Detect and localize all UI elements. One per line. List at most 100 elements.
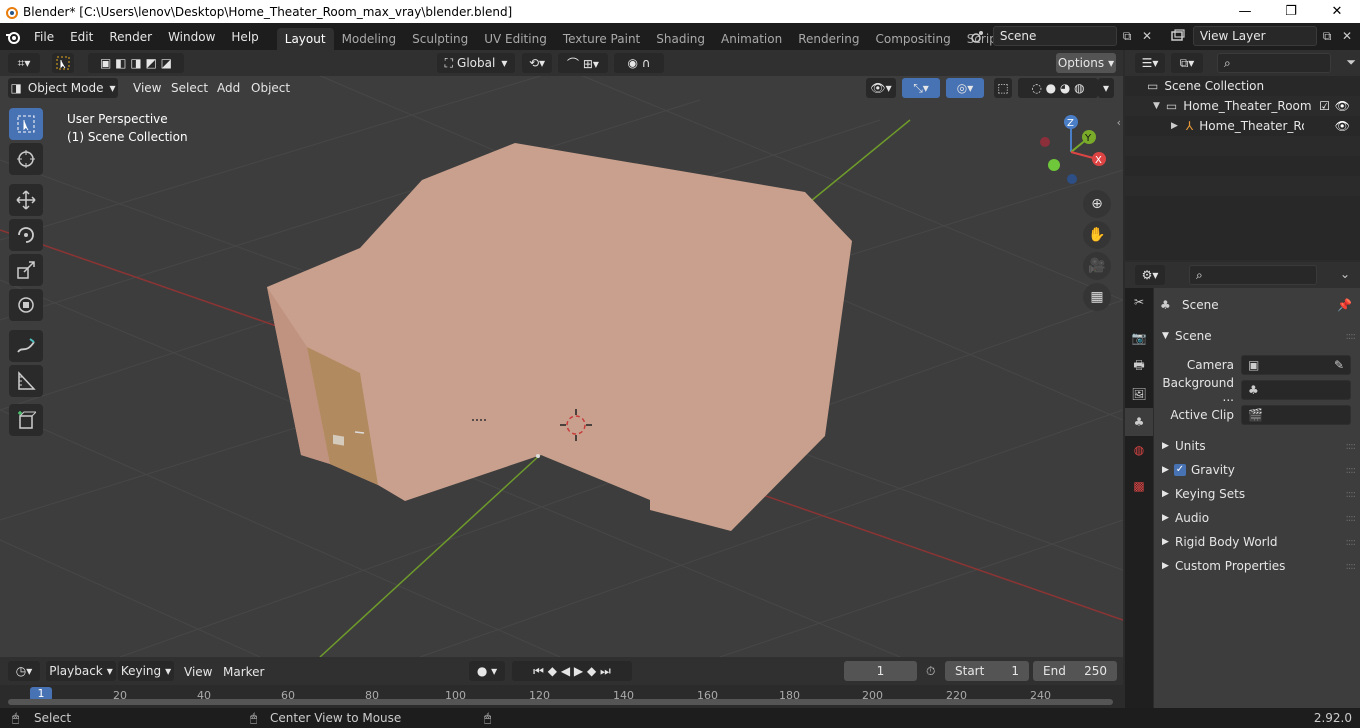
scene-icon[interactable] [963, 29, 993, 43]
overlay-toggle-icon[interactable]: ◎▾ [946, 78, 984, 98]
drag-handle-icon[interactable]: :::: [1346, 465, 1357, 476]
drag-handle-icon[interactable]: :::: [1346, 489, 1357, 500]
tab-compositing[interactable]: Compositing [867, 28, 958, 50]
filter-icon[interactable]: ⏷ [1346, 55, 1356, 70]
editor-type-icon[interactable]: ⌗▾ [8, 53, 40, 73]
object-mode-dropdown[interactable]: ◨ Object Mode ▾ [8, 78, 118, 98]
tool-tab-icon[interactable]: ✂ [1125, 288, 1153, 316]
jump-end-icon[interactable]: ⏭ [600, 664, 611, 679]
menu-view[interactable]: View [133, 81, 161, 95]
outliner-row-scene-collection[interactable]: ▭ Scene Collection [1125, 76, 1360, 96]
view-layer-tab-icon[interactable]: 🖼 [1125, 380, 1153, 408]
pivot-point-icon[interactable]: ⟲▾ [522, 53, 552, 73]
visibility-icon[interactable]: 👁▾ [866, 78, 896, 98]
outliner-editor-type-icon[interactable]: ☰▾ [1135, 53, 1165, 73]
scene-panel-header[interactable]: ▼ Scene :::: [1154, 325, 1360, 347]
snap-icon[interactable]: ⌒ ⊞▾ [558, 53, 608, 73]
eyedropper-icon[interactable]: ✎ [1334, 358, 1344, 372]
outliner-row-object[interactable]: ▶ ⅄ Home_Theater_Roor 👁 [1125, 116, 1360, 136]
tab-animation[interactable]: Animation [713, 28, 790, 50]
drag-handle-icon[interactable]: :::: [1346, 513, 1357, 524]
menu-edit[interactable]: Edit [62, 30, 101, 44]
drag-handle-icon[interactable]: :::: [1346, 561, 1357, 572]
tab-shading[interactable]: Shading [648, 28, 713, 50]
outliner-row-collection[interactable]: ▼ ▭ Home_Theater_Room_0( ☑ 👁 [1125, 96, 1360, 116]
menu-view[interactable]: View [184, 665, 212, 679]
tab-sculpting[interactable]: Sculpting [404, 28, 476, 50]
select-tool-icon[interactable] [52, 53, 74, 73]
remove-scene-icon[interactable]: ✕ [1137, 26, 1157, 46]
drag-handle-icon[interactable]: :::: [1346, 441, 1357, 452]
shading-modes-icons[interactable]: ◌ ● ◕ ◍ [1018, 78, 1098, 98]
auto-keying-icon[interactable]: ● ▾ [469, 661, 505, 681]
zoom-icon[interactable]: ⊕ [1083, 190, 1111, 218]
xray-toggle-icon[interactable]: ⬚ [994, 78, 1012, 98]
playback-menu[interactable]: Playback ▾ [46, 661, 116, 681]
timeline-editor-type-icon[interactable]: ◷▾ [8, 661, 40, 681]
rigid-body-world-panel[interactable]: ▶ Rigid Body World :::: [1154, 531, 1360, 553]
pan-hand-icon[interactable]: ✋ [1083, 221, 1111, 249]
add-cube-tool-icon[interactable] [9, 404, 43, 436]
rotate-tool-icon[interactable] [9, 219, 43, 251]
view-layer-name-field[interactable]: View Layer [1192, 26, 1318, 46]
close-button[interactable]: ✕ [1314, 0, 1360, 23]
tab-rendering[interactable]: Rendering [790, 28, 867, 50]
camera-view-icon[interactable]: 🎥 [1083, 252, 1111, 280]
eye-icon[interactable]: 👁 [1335, 99, 1350, 113]
3d-viewport[interactable]: ⌗▾ ▣ ◧ ◨ ◩ ◪ ⛶ Global ▾ ⟲▾ ⌒ ⊞▾ ◉ ∩ Option… [0, 50, 1123, 657]
audio-panel[interactable]: ▶ Audio :::: [1154, 507, 1360, 529]
gravity-panel[interactable]: ▶ ✓ Gravity :::: [1154, 459, 1360, 481]
scene-selector[interactable]: Scene ⧉ ✕ [963, 26, 1157, 46]
remove-view-layer-icon[interactable]: ✕ [1337, 26, 1357, 46]
chevron-down-icon[interactable]: ⌄ [1340, 267, 1350, 281]
gravity-checkbox[interactable]: ✓ [1174, 464, 1186, 476]
start-frame-field[interactable]: Start 1 [945, 661, 1029, 681]
expand-chevron-icon[interactable]: ▶ [1171, 121, 1178, 131]
perspective-toggle-icon[interactable]: ▦ [1083, 283, 1111, 311]
drag-handle-icon[interactable]: :::: [1346, 537, 1357, 548]
timer-icon[interactable]: ⏱ [926, 664, 935, 679]
menu-object[interactable]: Object [251, 81, 290, 95]
active-clip-field[interactable]: 🎬 [1241, 405, 1351, 425]
eye-icon[interactable]: 👁 [1335, 119, 1350, 133]
properties-search-input[interactable]: ⌕ [1189, 265, 1317, 285]
tab-modeling[interactable]: Modeling [334, 28, 405, 50]
view-layer-icon[interactable] [1163, 29, 1193, 43]
background-scene-field[interactable]: ♣ [1241, 380, 1351, 400]
gizmo-toggle-icon[interactable]: ⤡▾ [902, 78, 940, 98]
navigation-gizmo[interactable]: Z Y X [1035, 112, 1115, 192]
transform-orientation-dropdown[interactable]: ⛶ Global ▾ [437, 53, 515, 73]
minimize-button[interactable]: — [1222, 0, 1268, 23]
end-frame-field[interactable]: End 250 [1033, 661, 1117, 681]
current-frame-field[interactable]: 1 [844, 661, 917, 681]
exclude-checkbox-icon[interactable]: ☑ [1319, 99, 1330, 113]
keying-menu[interactable]: Keying ▾ [118, 661, 174, 681]
copy-scene-icon[interactable]: ⧉ [1117, 26, 1137, 46]
menu-help[interactable]: Help [223, 30, 266, 44]
menu-marker[interactable]: Marker [223, 665, 264, 679]
render-tab-icon[interactable]: 📷 [1125, 324, 1153, 352]
output-tab-icon[interactable]: 🖶 [1125, 352, 1153, 380]
maximize-button[interactable]: ❐ [1268, 0, 1314, 23]
scene-tab-icon[interactable]: ♣ [1125, 408, 1153, 436]
texture-tab-icon[interactable]: ▩ [1125, 472, 1153, 500]
scale-tool-icon[interactable] [9, 254, 43, 286]
timeline-ruler[interactable]: 1 20 40 60 80 100 120 140 160 180 200 22… [0, 685, 1123, 708]
playback-controls[interactable]: ⏮ ◆ ◀ ▶ ◆ ⏭ [512, 661, 632, 681]
menu-select[interactable]: Select [171, 81, 208, 95]
cursor-tool-icon[interactable] [9, 143, 43, 175]
annotate-tool-icon[interactable] [9, 330, 43, 362]
custom-properties-panel[interactable]: ▶ Custom Properties :::: [1154, 555, 1360, 577]
tab-texture-paint[interactable]: Texture Paint [555, 28, 648, 50]
units-panel[interactable]: ▶ Units :::: [1154, 435, 1360, 457]
camera-field[interactable]: ▣ ✎ [1241, 355, 1351, 375]
play-icon[interactable]: ▶ [574, 664, 583, 678]
pin-icon[interactable]: 📌 [1337, 298, 1352, 312]
view-layer-selector[interactable]: View Layer ⧉ ✕ [1163, 26, 1357, 46]
expand-chevron-icon[interactable]: ▼ [1153, 101, 1160, 111]
select-box-tool-icon[interactable] [9, 108, 43, 140]
transform-tool-icon[interactable] [9, 289, 43, 321]
scene-name-field[interactable]: Scene [992, 26, 1118, 46]
blender-menu-icon[interactable] [0, 23, 26, 50]
copy-view-layer-icon[interactable]: ⧉ [1317, 26, 1337, 46]
